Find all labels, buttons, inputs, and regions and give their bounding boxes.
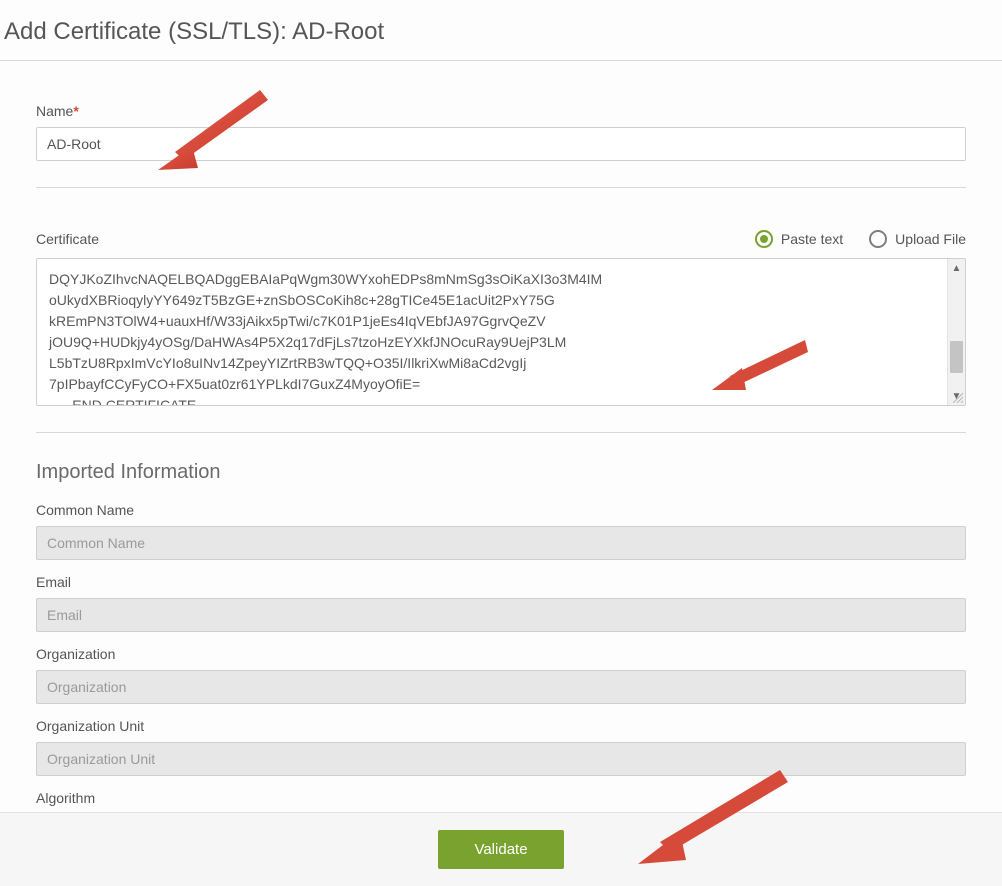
certificate-textarea-wrapper: ▲ ▼ [36,258,966,406]
radio-paste-text[interactable]: Paste text [755,230,843,248]
imported-heading: Imported Information [36,461,966,484]
scrollbar[interactable]: ▲ ▼ [947,259,965,405]
page-title: Add Certificate (SSL/TLS): AD-Root [4,18,1002,46]
scroll-up-icon[interactable]: ▲ [948,259,965,277]
algorithm-label: Algorithm [36,790,966,806]
name-input[interactable] [36,127,966,161]
validate-button[interactable]: Validate [438,830,563,869]
organization-label: Organization [36,646,966,662]
email-input [36,598,966,632]
certificate-section: Certificate Paste text Upload File ▲ [36,188,966,433]
imported-section: Imported Information Common Name Email O… [36,433,966,806]
email-label: Email [36,574,966,590]
common-name-input [36,526,966,560]
certificate-label: Certificate [36,231,99,247]
organization-unit-input [36,742,966,776]
radio-upload-file[interactable]: Upload File [869,230,966,248]
common-name-label: Common Name [36,502,966,518]
scroll-down-icon[interactable]: ▼ [948,387,965,405]
certificate-input-mode: Paste text Upload File [755,230,966,248]
footer-bar: Validate [0,812,1002,886]
organization-input [36,670,966,704]
title-bar: Add Certificate (SSL/TLS): AD-Root [0,0,1002,61]
organization-unit-label: Organization Unit [36,718,966,734]
required-asterisk: * [73,103,78,119]
name-section: Name* [36,61,966,188]
scroll-thumb[interactable] [950,341,963,373]
certificate-textarea[interactable] [37,259,947,405]
name-label: Name* [36,103,966,119]
